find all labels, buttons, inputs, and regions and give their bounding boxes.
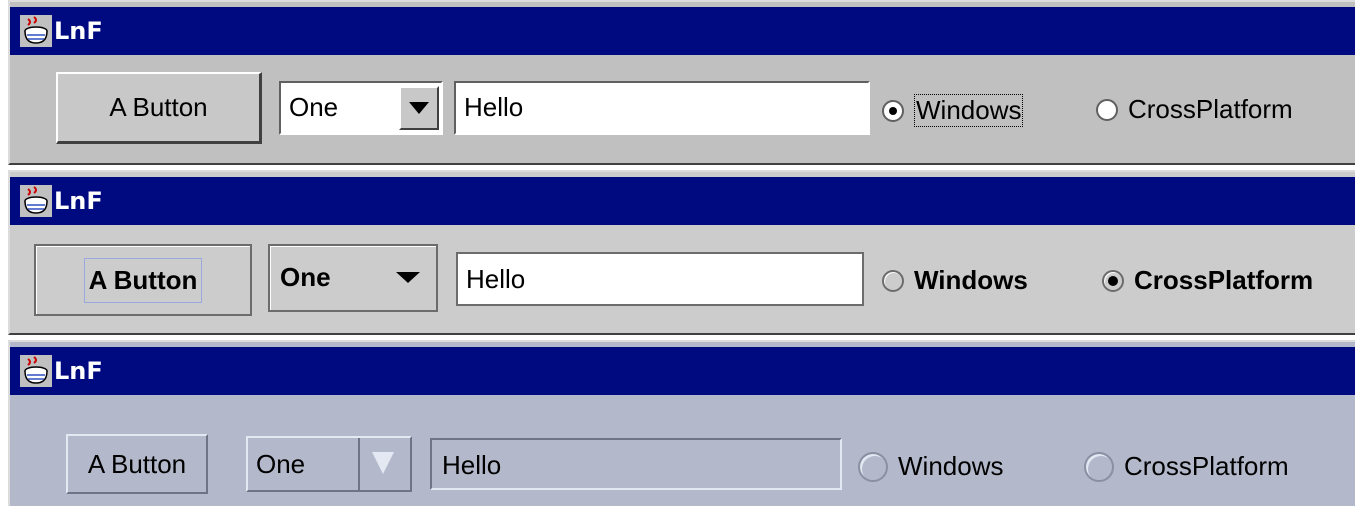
combo-box[interactable]: One [279, 81, 443, 135]
text-field[interactable]: Hello [456, 252, 864, 306]
radio-windows[interactable]: Windows [858, 451, 1003, 482]
radio-unselected-icon [1096, 98, 1118, 121]
java-coffee-cup-icon[interactable] [20, 185, 52, 217]
combo-box[interactable]: One [268, 244, 438, 312]
window-title: LnF [54, 357, 103, 385]
lnf-window-motif: LnF A Button One Hello Windows CrossPlat… [8, 340, 1355, 506]
button-label: A Button [83, 257, 203, 303]
radio-unselected-icon [858, 451, 888, 482]
radio-unselected-icon [1084, 451, 1114, 482]
text-field-value: Hello [442, 450, 502, 480]
radio-crossplatform[interactable]: CrossPlatform [1096, 94, 1293, 125]
window-title: LnF [54, 187, 103, 215]
radio-label: CrossPlatform [1134, 265, 1314, 295]
radio-selected-icon [882, 99, 904, 122]
a-button[interactable]: A Button [34, 244, 252, 316]
radio-label: CrossPlatform [1128, 94, 1293, 124]
radio-label: CrossPlatform [1124, 451, 1289, 481]
radio-crossplatform[interactable]: CrossPlatform [1102, 265, 1313, 296]
combo-selected-value: One [280, 262, 331, 292]
radio-label: Windows [914, 94, 1024, 127]
radio-windows[interactable]: Windows [882, 94, 1024, 127]
text-field-value: Hello [464, 92, 524, 122]
combo-dropdown-button[interactable] [399, 86, 439, 130]
radio-selected-icon [1102, 269, 1124, 292]
window-title: LnF [54, 17, 103, 45]
chevron-down-icon[interactable] [372, 452, 394, 474]
title-bar[interactable]: LnF [10, 177, 1355, 225]
lnf-window-crossplatform: LnF A Button One Hello Windows CrossPlat… [8, 170, 1355, 335]
text-field-value: Hello [466, 264, 526, 294]
chevron-down-icon [409, 102, 429, 114]
radio-windows[interactable]: Windows [882, 265, 1028, 296]
radio-label: Windows [914, 265, 1028, 295]
combo-selected-value: One [256, 449, 306, 479]
text-field[interactable]: Hello [430, 438, 842, 490]
a-button[interactable]: A Button [56, 72, 262, 144]
title-bar[interactable]: LnF [10, 7, 1355, 55]
java-coffee-cup-icon[interactable] [20, 15, 52, 47]
radio-unselected-icon [882, 269, 904, 292]
lnf-window-windows: LnF A Button One Hello Windows CrossPlat… [8, 0, 1355, 165]
a-button[interactable]: A Button [66, 434, 208, 494]
chevron-down-icon[interactable] [396, 272, 420, 283]
combo-selected-value: One [289, 92, 339, 122]
radio-label: Windows [898, 451, 1004, 481]
combo-box[interactable]: One [246, 436, 412, 492]
text-field[interactable]: Hello [454, 81, 870, 135]
title-bar[interactable]: LnF [10, 347, 1355, 395]
radio-crossplatform[interactable]: CrossPlatform [1084, 451, 1289, 482]
java-coffee-cup-icon[interactable] [20, 355, 52, 387]
combo-separator [358, 438, 360, 490]
